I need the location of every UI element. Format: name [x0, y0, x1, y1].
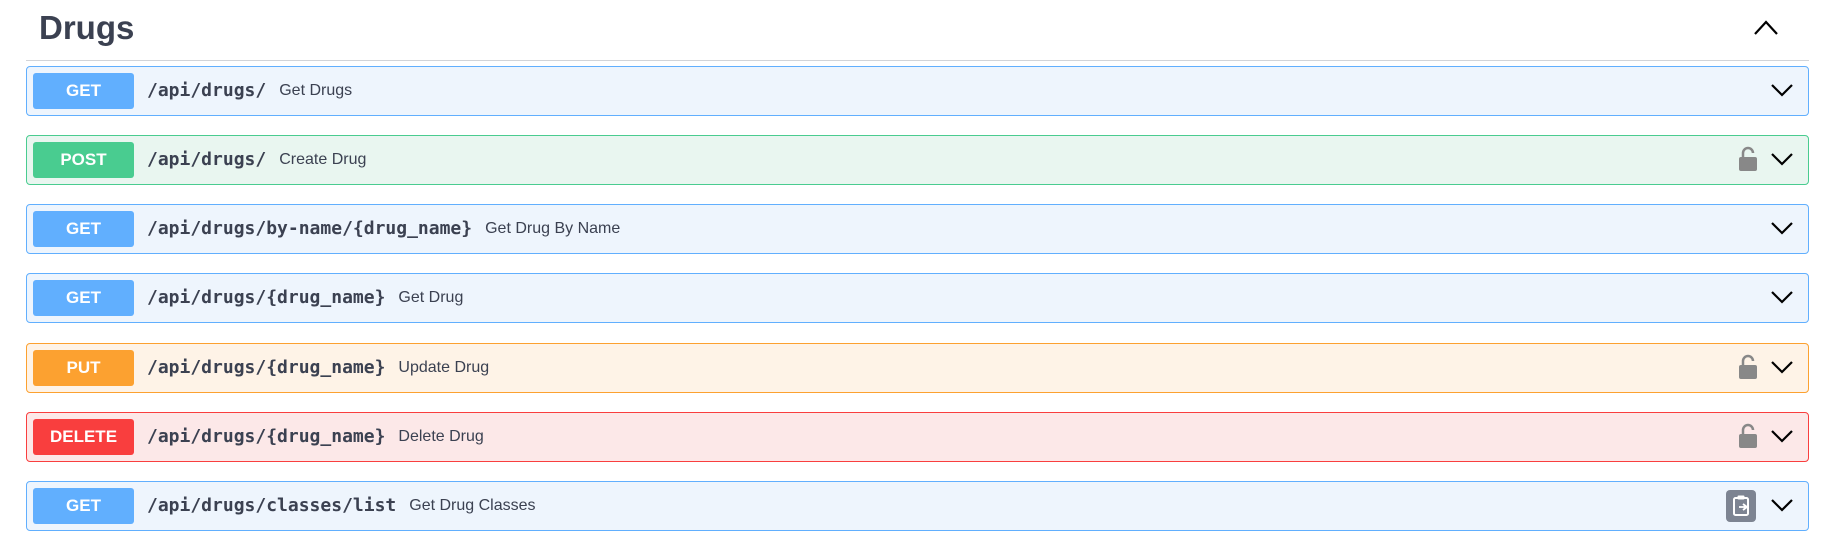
method-badge: POST: [33, 142, 134, 178]
operation-summary: Delete Drug: [398, 428, 484, 445]
operation-summary: Get Drug Classes: [409, 497, 536, 514]
chevron-down-icon[interactable]: [1770, 288, 1794, 306]
operation-path-container: /api/drugs/{drug_name} Update Drug: [147, 344, 489, 392]
chevron-down-icon[interactable]: [1770, 496, 1794, 514]
operation-path: /api/drugs/: [147, 149, 267, 170]
chevron-up-icon[interactable]: [1753, 18, 1779, 38]
method-badge: GET: [33, 280, 134, 316]
operation-summary: Update Drug: [398, 359, 490, 376]
drugs-section: Drugs GET /api/drugs/ Get Drugs POST /ap…: [26, 0, 1809, 531]
operation-path: /api/drugs/{drug_name}: [147, 357, 386, 378]
lock-icon[interactable]: [1737, 423, 1759, 449]
method-badge: GET: [33, 73, 134, 109]
operation-get-drug-by-name[interactable]: GET /api/drugs/by-name/{drug_name} Get D…: [26, 204, 1809, 254]
operation-path-container: /api/drugs/ Get Drugs: [147, 67, 352, 115]
chevron-down-icon[interactable]: [1770, 358, 1794, 376]
method-badge: PUT: [33, 350, 134, 386]
operation-path-container: /api/drugs/ Create Drug: [147, 136, 366, 184]
operation-delete-drug[interactable]: DELETE /api/drugs/{drug_name} Delete Dru…: [26, 412, 1809, 462]
method-badge: GET: [33, 488, 134, 524]
operation-path: /api/drugs/{drug_name}: [147, 426, 386, 447]
copy-to-clipboard-button[interactable]: [1726, 490, 1756, 522]
operation-path: /api/drugs/{drug_name}: [147, 287, 386, 308]
operation-get-drugs[interactable]: GET /api/drugs/ Get Drugs: [26, 66, 1809, 116]
operation-path-container: /api/drugs/{drug_name} Get Drug: [147, 274, 463, 322]
operation-summary: Get Drug: [398, 289, 464, 306]
operation-update-drug[interactable]: PUT /api/drugs/{drug_name} Update Drug: [26, 343, 1809, 393]
lock-icon[interactable]: [1737, 146, 1759, 172]
operation-summary: Get Drug By Name: [485, 220, 621, 237]
operation-path-container: /api/drugs/{drug_name} Delete Drug: [147, 413, 484, 461]
operation-path: /api/drugs/classes/list: [147, 495, 397, 516]
operation-path-container: /api/drugs/by-name/{drug_name} Get Drug …: [147, 205, 620, 253]
operation-path: /api/drugs/by-name/{drug_name}: [147, 218, 473, 239]
operation-path-container: /api/drugs/classes/list Get Drug Classes: [147, 482, 536, 530]
method-badge: GET: [33, 211, 134, 247]
chevron-down-icon[interactable]: [1770, 427, 1794, 445]
operation-get-drug[interactable]: GET /api/drugs/{drug_name} Get Drug: [26, 273, 1809, 323]
section-header[interactable]: Drugs: [26, 0, 1809, 61]
operation-summary: Create Drug: [279, 151, 367, 168]
chevron-down-icon[interactable]: [1770, 150, 1794, 168]
chevron-down-icon[interactable]: [1770, 81, 1794, 99]
operation-path: /api/drugs/: [147, 80, 267, 101]
chevron-down-icon[interactable]: [1770, 219, 1794, 237]
method-badge: DELETE: [33, 419, 134, 455]
lock-icon[interactable]: [1737, 354, 1759, 380]
clipboard-copy-icon: [1733, 495, 1749, 516]
operation-get-drug-classes[interactable]: GET /api/drugs/classes/list Get Drug Cla…: [26, 481, 1809, 531]
operation-create-drug[interactable]: POST /api/drugs/ Create Drug: [26, 135, 1809, 185]
section-title: Drugs: [39, 9, 135, 46]
operation-summary: Get Drugs: [279, 82, 353, 99]
